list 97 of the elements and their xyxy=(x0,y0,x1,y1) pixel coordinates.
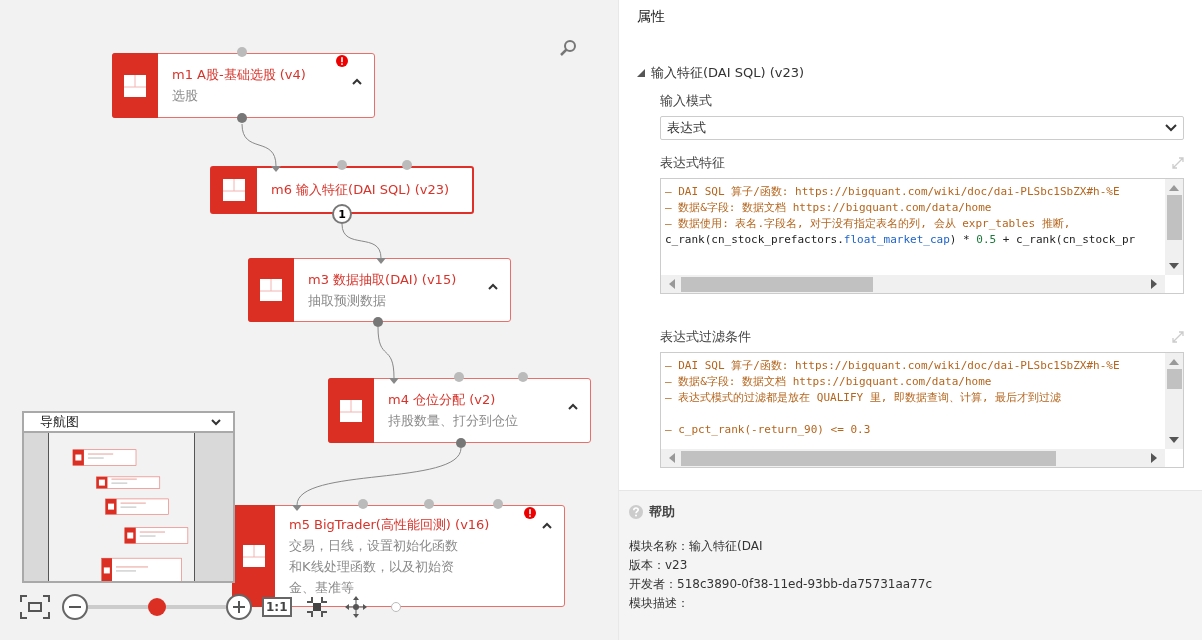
collapse-icon[interactable] xyxy=(352,78,362,85)
field-label: 输入模式 xyxy=(660,92,712,110)
input-port[interactable] xyxy=(337,160,347,170)
scrollbar-thumb[interactable] xyxy=(1166,369,1182,389)
help-icon xyxy=(629,505,643,519)
module-description: 交易，日线，设置初始化函数 xyxy=(289,536,458,555)
input-port[interactable] xyxy=(454,372,464,382)
field-label: 表达式特征 xyxy=(660,154,725,172)
scroll-down-icon[interactable] xyxy=(1169,437,1179,443)
output-port[interactable] xyxy=(391,602,401,612)
output-port[interactable] xyxy=(456,438,466,448)
module-description: 选股 xyxy=(172,87,198,105)
module-icon xyxy=(124,74,146,97)
input-port[interactable] xyxy=(518,372,528,382)
connection-line xyxy=(241,123,277,167)
scroll-left-icon[interactable] xyxy=(669,453,675,463)
help-title: 帮助 xyxy=(649,503,675,521)
scroll-right-icon[interactable] xyxy=(1151,279,1157,289)
output-badge[interactable]: 1 xyxy=(332,204,352,224)
module-icon xyxy=(223,179,245,201)
module-node[interactable]: m1 A股-基础选股 (v4) 选股 xyxy=(112,53,375,118)
mode-select[interactable]: 表达式 xyxy=(660,116,1184,140)
plus-icon xyxy=(233,601,245,613)
output-port[interactable] xyxy=(237,113,247,123)
input-port[interactable] xyxy=(424,499,434,509)
input-port[interactable] xyxy=(402,160,412,170)
code-line: — DAI SQL 算子/函数: https://bigquant.com/wiki/doc/dai-PLSbc1SbZX#h-%E xyxy=(665,184,1120,200)
code-line: — DAI SQL 算子/函数: https://bigquant.com/wiki/doc/dai-PLSbc1SbZX#h-%E xyxy=(665,358,1120,374)
output-port[interactable] xyxy=(373,317,383,327)
fit-screen-icon[interactable] xyxy=(20,595,50,619)
chevron-down-icon[interactable] xyxy=(211,418,221,426)
module-icon xyxy=(260,279,282,301)
section-title[interactable]: 输入特征(DAI SQL) (v23) xyxy=(651,64,805,82)
scroll-left-icon[interactable] xyxy=(669,279,675,289)
scroll-up-icon[interactable] xyxy=(1169,359,1179,365)
connection-line xyxy=(341,223,382,259)
module-description: 金、基准等 xyxy=(289,578,354,597)
module-description: 持股数量、打分到仓位 xyxy=(388,412,518,430)
code-editor[interactable] xyxy=(660,178,1184,294)
code-line: — 表达式模式的过滤都是放在 QUALIFY 里, 即数据查询、计算, 最后才到过滤 xyxy=(665,390,1062,406)
connection-line xyxy=(377,326,395,379)
center-icon[interactable] xyxy=(305,596,328,618)
input-port[interactable] xyxy=(493,499,503,509)
input-port[interactable] xyxy=(358,499,368,509)
vertical-scrollbar[interactable] xyxy=(1165,353,1183,449)
module-icon xyxy=(242,545,265,567)
module-title: m3 数据抽取(DAI) (v15) xyxy=(308,270,457,289)
search-icon[interactable] xyxy=(559,39,577,57)
input-arrow-icon xyxy=(376,258,386,264)
code-line: — 数据&字段: 数据文档 https://bigquant.com/data/home xyxy=(665,200,992,216)
module-description: 和K线处理函数，以及初始资 xyxy=(289,557,454,576)
help-text: 版本：v23 xyxy=(629,557,688,574)
scrollbar-thumb[interactable] xyxy=(681,450,1056,466)
scroll-down-icon[interactable] xyxy=(1169,263,1179,269)
move-icon[interactable] xyxy=(343,595,368,619)
chevron-down-icon xyxy=(1165,124,1177,132)
input-arrow-icon xyxy=(389,378,399,384)
scrollbar-thumb[interactable] xyxy=(681,276,873,292)
expand-triangle-icon[interactable] xyxy=(637,69,645,77)
expand-icon[interactable] xyxy=(1172,331,1184,343)
help-text: 模块描述： xyxy=(629,595,689,612)
module-title: m6 输入特征(DAI SQL) (v23) xyxy=(271,181,450,199)
help-text: 模块名称：输入特征(DAI xyxy=(629,538,763,555)
field-label: 表达式过滤条件 xyxy=(660,328,751,346)
minimap-drawing[interactable] xyxy=(48,433,195,581)
input-arrow-icon xyxy=(271,166,281,172)
actual-size-button[interactable]: 1:1 xyxy=(262,597,292,617)
horizontal-scrollbar[interactable] xyxy=(661,449,1165,467)
code-line: — 数据使用: 表名.字段名, 对于没有指定表名的列, 会从 expr_tables 推断, xyxy=(665,216,1071,232)
zoom-in-button[interactable] xyxy=(226,594,252,620)
collapse-icon[interactable] xyxy=(488,283,498,290)
collapse-icon[interactable] xyxy=(542,522,552,529)
scroll-up-icon[interactable] xyxy=(1169,185,1179,191)
code-line: — c_pct_rank(-return_90) <= 0.3 xyxy=(665,422,871,438)
module-title: m1 A股-基础选股 (v4) xyxy=(172,66,306,84)
zoom-out-button[interactable] xyxy=(62,594,88,620)
code-line: c_rank(cn_stock_prefactors.float_market_cap) * 0.5 + c_rank(cn_stock_pr xyxy=(665,232,1136,248)
expand-icon[interactable] xyxy=(1172,157,1184,169)
scroll-right-icon[interactable] xyxy=(1151,453,1157,463)
scrollbar-thumb[interactable] xyxy=(1166,195,1182,240)
horizontal-scrollbar[interactable] xyxy=(661,275,1165,293)
code-line: — 数据&字段: 数据文档 https://bigquant.com/data/home xyxy=(665,374,992,390)
code-editor[interactable]: — DAI SQL 算子/函数: https://bigquant.com/wiki/doc/dai-PLSbc1SbZX#h-%E — 数据&字段: 数据文档 https://bigquant.com/data/home — 表达式模式的过滤都是放在 QUALIFY 里, 即数据查询、计算, 最后才到过滤 — c_pct_rank(-return_90) <= 0.3 xyxy=(660,352,1184,468)
module-description: 抽取预测数据 xyxy=(308,291,386,310)
module-title: m5 BigTrader(高性能回测) (v16) xyxy=(289,515,490,534)
module-title: m4 仓位分配 (v2) xyxy=(388,391,496,409)
vertical-scrollbar[interactable] xyxy=(1165,179,1183,275)
minus-icon xyxy=(69,606,81,608)
module-icon xyxy=(340,399,362,422)
input-port[interactable] xyxy=(237,47,247,57)
help-text: 开发者：518c3890-0f38-11ed-93bb-da75731aa77c xyxy=(629,576,932,593)
input-arrow-icon xyxy=(292,505,302,511)
panel-title: 属性 xyxy=(637,8,665,26)
module-node[interactable]: m4 仓位分配 (v2) 持股数量、打分到仓位 xyxy=(328,378,591,443)
navigator-title: 导航图 xyxy=(40,413,79,431)
module-node[interactable]: m3 数据抽取(DAI) (v15) 抽取预测数据 xyxy=(248,258,511,322)
collapse-icon[interactable] xyxy=(568,403,578,410)
